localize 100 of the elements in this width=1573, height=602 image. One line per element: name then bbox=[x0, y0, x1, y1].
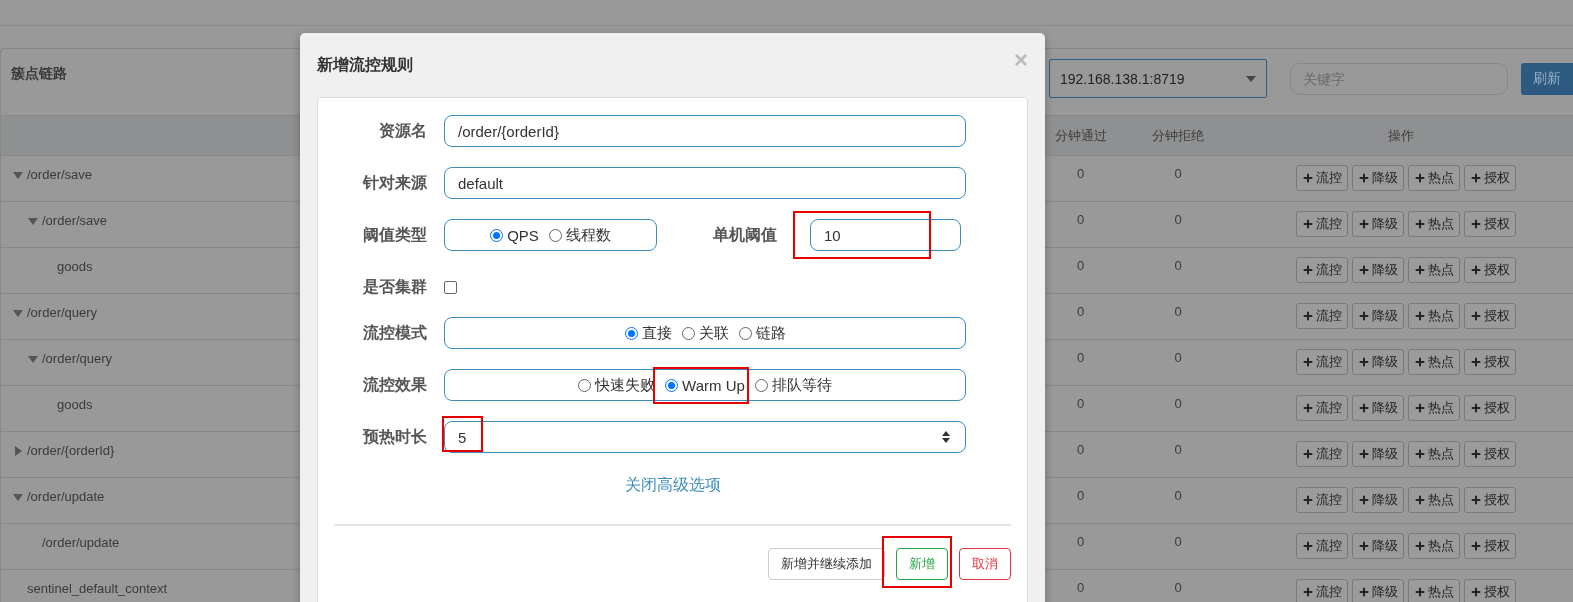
action-button[interactable]: 授权 bbox=[1463, 487, 1516, 513]
action-button[interactable]: 流控 bbox=[1295, 303, 1348, 329]
table-cell-text: 0 bbox=[1174, 165, 1182, 181]
resource-name: /order/{orderId} bbox=[27, 443, 115, 458]
action-button[interactable]: 热点 bbox=[1407, 487, 1460, 513]
plus-icon bbox=[1357, 172, 1370, 184]
dialog-button[interactable]: 新增并继续添加 bbox=[768, 548, 885, 580]
plus-icon bbox=[1469, 540, 1482, 552]
machine-select[interactable]: 192.168.138.1:8719 bbox=[1049, 59, 1267, 98]
action-button[interactable]: 热点 bbox=[1407, 211, 1460, 237]
action-button[interactable]: 流控 bbox=[1295, 395, 1348, 421]
tree-toggle-icon[interactable] bbox=[28, 215, 38, 226]
action-button[interactable]: 授权 bbox=[1463, 533, 1516, 559]
action-button[interactable]: 热点 bbox=[1407, 533, 1460, 559]
plus-icon bbox=[1413, 172, 1426, 184]
checkbox[interactable] bbox=[444, 280, 457, 294]
action-button[interactable]: 降级 bbox=[1351, 165, 1404, 191]
action-button[interactable]: 授权 bbox=[1463, 165, 1516, 191]
action-button[interactable]: 流控 bbox=[1295, 579, 1348, 602]
action-button[interactable]: 流控 bbox=[1295, 487, 1348, 513]
action-button[interactable]: 降级 bbox=[1351, 487, 1404, 513]
column-header: 分钟拒绝 bbox=[1152, 126, 1204, 145]
action-button[interactable]: 授权 bbox=[1463, 303, 1516, 329]
action-button[interactable]: 授权 bbox=[1463, 349, 1516, 375]
plus-icon bbox=[1301, 494, 1314, 506]
tree-toggle-icon[interactable] bbox=[28, 353, 38, 364]
radio-option[interactable]: 线程数 bbox=[548, 225, 611, 245]
field-label: 是否集群 bbox=[362, 276, 427, 297]
plus-icon bbox=[1469, 586, 1482, 598]
radio-option[interactable]: 链路 bbox=[738, 323, 786, 343]
plus-icon bbox=[1469, 402, 1482, 414]
text-field[interactable]: default bbox=[444, 167, 966, 199]
tree-toggle-icon[interactable] bbox=[13, 491, 23, 502]
action-button[interactable]: 授权 bbox=[1463, 211, 1516, 237]
field-label: 流控效果 bbox=[362, 374, 427, 395]
refresh-button[interactable]: 刷新 bbox=[1521, 62, 1573, 95]
resource-name: sentinel_default_context bbox=[27, 581, 168, 596]
radio-option[interactable]: 快速失败 bbox=[578, 375, 656, 395]
tree-toggle-icon[interactable] bbox=[13, 445, 23, 456]
action-button[interactable]: 流控 bbox=[1295, 165, 1348, 191]
radio-option[interactable]: Warm Up bbox=[665, 376, 745, 394]
action-button[interactable]: 授权 bbox=[1463, 395, 1516, 421]
action-button[interactable]: 热点 bbox=[1407, 303, 1460, 329]
tree-toggle-icon[interactable] bbox=[13, 169, 23, 180]
plus-icon bbox=[1301, 586, 1314, 598]
tree-toggle-icon[interactable] bbox=[13, 307, 23, 318]
table-cell-text: 0 bbox=[1076, 395, 1085, 411]
radio-option[interactable]: 排队等待 bbox=[754, 375, 832, 395]
action-button[interactable]: 降级 bbox=[1351, 395, 1404, 421]
action-button[interactable]: 降级 bbox=[1351, 257, 1404, 283]
action-button[interactable]: 热点 bbox=[1407, 441, 1460, 467]
action-button[interactable]: 流控 bbox=[1295, 257, 1348, 283]
plus-icon bbox=[1469, 356, 1482, 368]
action-button[interactable]: 降级 bbox=[1351, 349, 1404, 375]
action-button[interactable]: 降级 bbox=[1351, 533, 1404, 559]
action-button[interactable]: 降级 bbox=[1351, 441, 1404, 467]
radio-option[interactable]: 关联 bbox=[681, 323, 729, 343]
resource-name: goods bbox=[57, 259, 93, 274]
resource-name: goods bbox=[57, 397, 93, 412]
action-button[interactable]: 热点 bbox=[1407, 349, 1460, 375]
action-button[interactable]: 热点 bbox=[1407, 579, 1460, 602]
table-cell-text: 0 bbox=[1076, 533, 1085, 549]
table-cell-text: 0 bbox=[1174, 395, 1182, 411]
action-button[interactable]: 流控 bbox=[1295, 533, 1348, 559]
panel-title: 簇点链路 bbox=[11, 65, 67, 83]
action-button[interactable]: 降级 bbox=[1351, 303, 1404, 329]
action-button[interactable]: 降级 bbox=[1351, 211, 1404, 237]
number-field[interactable]: 10 bbox=[810, 219, 961, 251]
plus-icon bbox=[1357, 494, 1370, 506]
caret-icon bbox=[1246, 75, 1256, 82]
action-button[interactable]: 热点 bbox=[1407, 395, 1460, 421]
plus-icon bbox=[1301, 356, 1314, 368]
plus-icon bbox=[1413, 586, 1426, 598]
spinner-icon[interactable] bbox=[940, 429, 952, 445]
action-button[interactable]: 授权 bbox=[1463, 257, 1516, 283]
text-field[interactable]: /order/{orderId} bbox=[444, 115, 966, 147]
action-button[interactable]: 授权 bbox=[1463, 579, 1516, 602]
advanced-options-link[interactable]: 关闭高级选项 bbox=[624, 475, 721, 496]
radio-option[interactable]: QPS bbox=[490, 226, 539, 244]
dialog-button[interactable]: 取消 bbox=[959, 548, 1011, 580]
plus-icon bbox=[1469, 310, 1482, 322]
action-button[interactable]: 热点 bbox=[1407, 165, 1460, 191]
action-button[interactable]: 流控 bbox=[1295, 441, 1348, 467]
plus-icon bbox=[1301, 172, 1314, 184]
resource-name: /order/save bbox=[27, 167, 93, 182]
action-button[interactable]: 热点 bbox=[1407, 257, 1460, 283]
column-header: 操作 bbox=[1387, 126, 1414, 145]
field-label: 针对来源 bbox=[361, 172, 427, 193]
resource-name: /order/update bbox=[27, 489, 105, 504]
action-button[interactable]: 授权 bbox=[1463, 441, 1516, 467]
radio-option[interactable]: 直接 bbox=[624, 323, 672, 343]
plus-icon bbox=[1469, 448, 1482, 460]
action-button[interactable]: 流控 bbox=[1295, 349, 1348, 375]
table-cell-text: 0 bbox=[1076, 441, 1085, 457]
action-button[interactable]: 降级 bbox=[1351, 579, 1404, 602]
plus-icon bbox=[1413, 540, 1426, 552]
action-button[interactable]: 流控 bbox=[1295, 211, 1348, 237]
dialog-button[interactable]: 新增 bbox=[896, 548, 948, 580]
table-cell-text: 0 bbox=[1174, 303, 1182, 319]
plus-icon bbox=[1301, 264, 1314, 276]
